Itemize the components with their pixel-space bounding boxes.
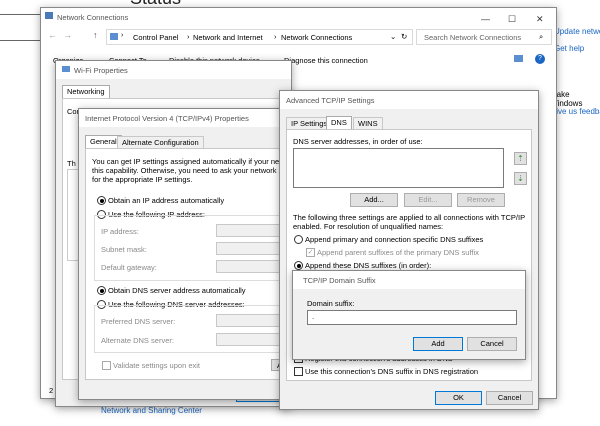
append-primary-label: Append primary and connection specific D… xyxy=(305,235,484,244)
resolution-desc: The following three settings are applied… xyxy=(293,213,526,222)
add-dns-button[interactable]: Add... xyxy=(350,193,398,207)
chevron-right-icon: › xyxy=(187,32,190,41)
this-connection-label: Th xyxy=(67,159,76,168)
alternate-dns-label: Alternate DNS server: xyxy=(101,336,174,345)
preferred-dns-label: Preferred DNS server: xyxy=(101,317,176,326)
wifi-icon xyxy=(62,66,70,72)
update-link[interactable]: Update network xyxy=(554,27,600,36)
general-panel: You can get IP settings assigned automat… xyxy=(85,148,328,380)
divider xyxy=(0,14,40,15)
address-row: ← → ↑ › Control Panel › Network and Inte… xyxy=(41,28,556,46)
chevron-down-icon[interactable]: ⌄ xyxy=(390,32,396,41)
validate-label: Validate settings upon exit xyxy=(113,361,201,370)
address-bar[interactable]: › Control Panel › Network and Internet ›… xyxy=(106,29,413,45)
help-link[interactable]: Get help xyxy=(554,44,584,53)
append-parent-label: Append parent suffixes of the primary DN… xyxy=(317,248,479,257)
window-title: Network Connections xyxy=(57,13,129,22)
window-title: Internet Protocol Version 4 (TCP/IPv4) P… xyxy=(85,114,249,123)
default-gateway-label: Default gateway: xyxy=(101,263,157,272)
search-placeholder: Search Network Connections xyxy=(424,33,522,42)
domain-suffix-input[interactable]: . xyxy=(307,310,517,325)
append-these-label: Append these DNS suffixes (in order): xyxy=(305,261,432,270)
add-button[interactable]: Add xyxy=(413,337,463,351)
tab-networking[interactable]: Networking xyxy=(62,85,110,98)
title-bar: TCP/IP Domain Suffix xyxy=(293,271,525,289)
chevron-right-icon: › xyxy=(274,32,277,41)
breadcrumb-item[interactable]: Network and Internet xyxy=(193,33,263,42)
up-arrow-icon[interactable]: ↑ xyxy=(93,30,98,40)
chevron-right-icon: › xyxy=(121,32,124,39)
tab-dns[interactable]: DNS xyxy=(326,116,352,129)
move-down-icon[interactable]: ⇣ xyxy=(514,172,527,185)
domain-suffix-dialog: TCP/IP Domain Suffix Domain suffix: . Ad… xyxy=(292,270,526,360)
obtain-ip-auto-label: Obtain an IP address automatically xyxy=(108,196,225,205)
forward-arrow-icon[interactable]: → xyxy=(63,30,72,40)
network-icon xyxy=(45,12,53,19)
resolution-desc: enabled. For resolution of unqualified n… xyxy=(293,222,444,231)
title-bar: Internet Protocol Version 4 (TCP/IPv4) P… xyxy=(79,109,299,127)
dialog-title: TCP/IP Domain Suffix xyxy=(303,276,376,285)
append-primary-radio[interactable] xyxy=(294,235,303,244)
make-windows-text: Make Windows xyxy=(550,90,583,108)
maximize-icon[interactable]: ☐ xyxy=(508,14,516,25)
dns-servers-label: DNS server addresses, in order of use: xyxy=(293,137,423,146)
minimize-icon[interactable]: — xyxy=(481,14,490,24)
title-bar: Wi-Fi Properties xyxy=(56,61,291,79)
append-parent-checkbox[interactable]: ✓ xyxy=(306,248,315,257)
remove-dns-button[interactable]: Remove xyxy=(457,193,505,207)
refresh-icon[interactable]: ↻ xyxy=(401,32,407,41)
window-title: Advanced TCP/IP Settings xyxy=(286,96,375,105)
breadcrumb-item[interactable]: Network Connections xyxy=(281,33,352,42)
advanced-tcpip-window: Advanced TCP/IP Settings IP Settings DNS… xyxy=(279,90,539,410)
ip-address-label: IP address: xyxy=(101,227,139,236)
divider xyxy=(0,40,40,41)
cancel-button[interactable]: Cancel xyxy=(486,391,533,405)
obtain-dns-auto-radio[interactable] xyxy=(97,286,106,295)
obtain-dns-auto-label: Obtain DNS server address automatically xyxy=(108,286,246,295)
subnet-mask-label: Subnet mask: xyxy=(101,245,147,254)
move-up-icon[interactable]: ⇡ xyxy=(514,152,527,165)
diagnose-button[interactable]: Diagnose this connection xyxy=(284,56,368,65)
control-panel-icon xyxy=(110,33,118,40)
window-title: Wi-Fi Properties xyxy=(74,66,128,75)
cancel-button[interactable]: Cancel xyxy=(467,337,517,351)
validate-checkbox[interactable] xyxy=(102,361,111,370)
intro-text: for the appropriate IP settings. xyxy=(92,175,193,184)
use-suffix-label: Use this connection's DNS suffix in DNS … xyxy=(305,367,479,376)
help-icon[interactable]: ? xyxy=(535,54,545,64)
ipv4-properties-window: Internet Protocol Version 4 (TCP/IPv4) P… xyxy=(78,108,328,400)
breadcrumb-item[interactable]: Control Panel xyxy=(133,33,178,42)
title-bar: Advanced TCP/IP Settings xyxy=(280,91,538,109)
domain-suffix-value: . xyxy=(312,312,315,321)
search-icon: ⌕ xyxy=(539,32,544,41)
ok-button[interactable]: OK xyxy=(435,391,482,405)
view-options-icon[interactable] xyxy=(514,55,523,62)
dns-servers-list[interactable] xyxy=(293,148,504,188)
domain-suffix-label: Domain suffix: xyxy=(307,299,355,308)
edit-dns-button[interactable]: Edit... xyxy=(404,193,452,207)
append-these-radio[interactable] xyxy=(294,261,303,270)
title-bar: Network Connections — ☐ ✕ xyxy=(41,8,556,26)
back-arrow-icon[interactable]: ← xyxy=(48,30,57,40)
network-sharing-link[interactable]: Network and Sharing Center xyxy=(101,406,202,415)
obtain-ip-auto-radio[interactable] xyxy=(97,196,106,205)
feedback-link[interactable]: Give us feedback xyxy=(550,107,600,116)
close-icon[interactable]: ✕ xyxy=(536,14,544,25)
search-input[interactable]: Search Network Connections ⌕ xyxy=(416,29,552,45)
use-suffix-checkbox[interactable] xyxy=(294,367,303,376)
